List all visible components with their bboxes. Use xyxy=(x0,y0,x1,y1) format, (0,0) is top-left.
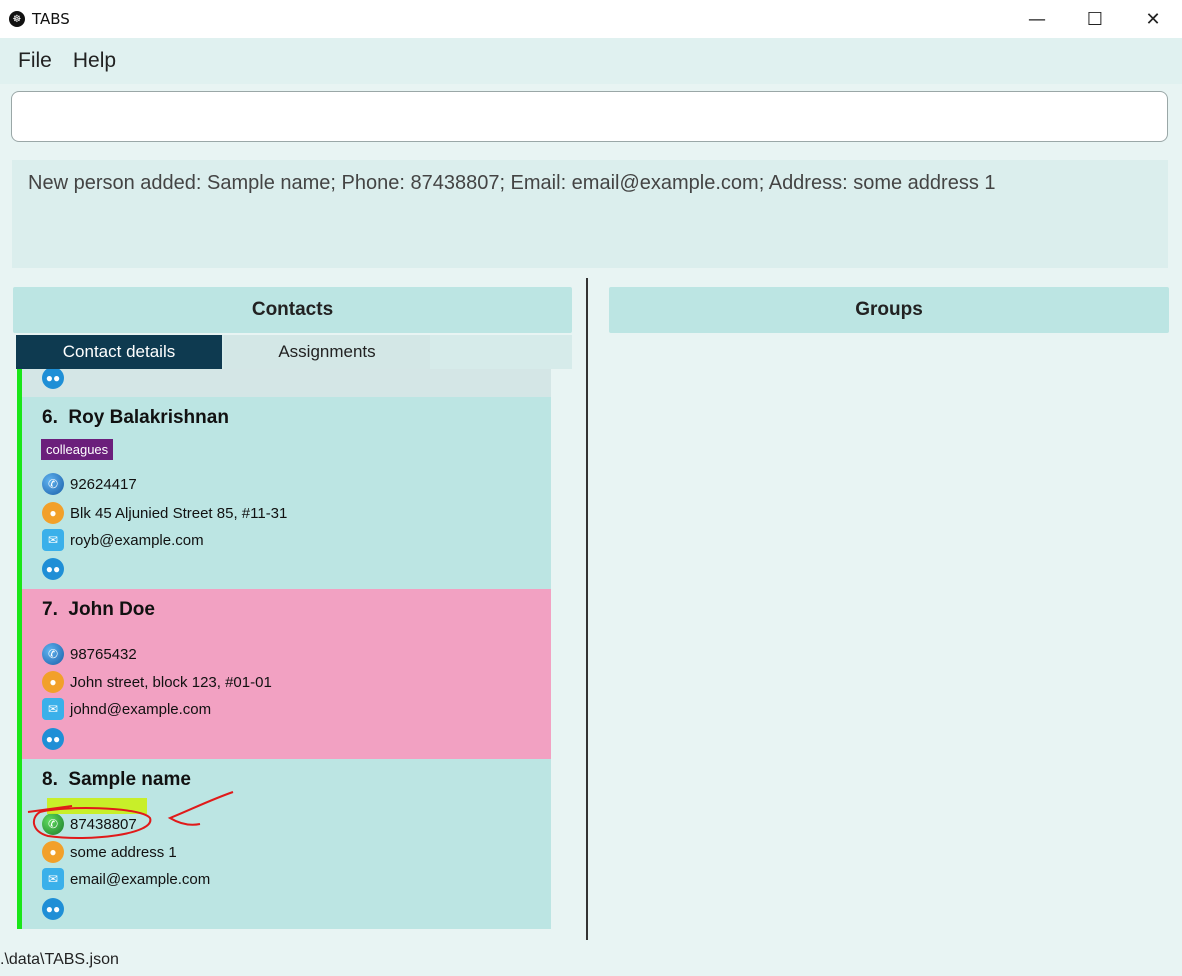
contact-email: royb@example.com xyxy=(70,531,204,549)
contact-address: Blk 45 Aljunied Street 85, #11-31 xyxy=(70,504,288,522)
app-logo-icon: ☸ xyxy=(9,11,25,27)
contact-address: John street, block 123, #01-01 xyxy=(70,673,272,691)
contact-address: some address 1 xyxy=(70,843,177,861)
contact-email: johnd@example.com xyxy=(70,700,212,718)
status-bar: .\data\TABS.json xyxy=(0,944,1182,976)
menu-help[interactable]: Help xyxy=(73,49,116,73)
contact-index: 8. xyxy=(42,769,58,790)
highlighter-mark xyxy=(47,798,147,814)
contact-list: ●● 6. Roy Balakrishnan colleagues ✆ 9262… xyxy=(17,369,569,929)
contact-email: email@example.com xyxy=(70,870,211,888)
contact-phone: 98765432 xyxy=(70,645,137,663)
address-row: ● some address 1 xyxy=(42,841,177,863)
group-icon: ●● xyxy=(42,898,64,920)
email-icon: ✉ xyxy=(42,529,64,551)
group-icon: ●● xyxy=(42,558,64,580)
phone-row: ✆ 87438807 xyxy=(42,813,137,835)
group-icon: ●● xyxy=(42,728,64,750)
group-row: ●● xyxy=(42,369,70,389)
contact-name-text: John Doe xyxy=(68,599,155,620)
location-icon: ● xyxy=(42,841,64,863)
contact-card[interactable]: 6. Roy Balakrishnan colleagues ✆ 9262441… xyxy=(17,397,551,589)
email-row: ✉ royb@example.com xyxy=(42,529,204,551)
command-input[interactable] xyxy=(11,91,1168,142)
phone-icon: ✆ xyxy=(42,473,64,495)
phone-icon: ✆ xyxy=(42,813,64,835)
tab-assignments[interactable]: Assignments xyxy=(224,335,430,369)
phone-row: ✆ 92624417 xyxy=(42,473,137,495)
group-row: ●● xyxy=(42,728,70,750)
location-icon: ● xyxy=(42,502,64,524)
contact-index: 7. xyxy=(42,599,58,620)
result-display: New person added: Sample name; Phone: 87… xyxy=(12,160,1168,268)
menu-bar: File Help xyxy=(0,38,1182,84)
title-bar: ☸ TABS — ☐ ✕ xyxy=(0,0,1182,38)
address-row: ● John street, block 123, #01-01 xyxy=(42,671,272,693)
contact-tag: colleagues xyxy=(41,439,114,460)
group-icon: ●● xyxy=(42,369,64,389)
tab-contact-details[interactable]: Contact details xyxy=(16,335,222,369)
group-row: ●● xyxy=(42,898,70,920)
phone-row: ✆ 98765432 xyxy=(42,643,137,665)
email-row: ✉ johnd@example.com xyxy=(42,698,211,720)
address-row: ● Blk 45 Aljunied Street 85, #11-31 xyxy=(42,502,287,524)
minimize-button[interactable]: — xyxy=(1008,0,1066,38)
maximize-button[interactable]: ☐ xyxy=(1066,0,1124,38)
contact-index: 6. xyxy=(42,407,58,428)
menu-file[interactable]: File xyxy=(18,49,52,73)
contact-name-text: Roy Balakrishnan xyxy=(68,407,229,428)
contacts-header: Contacts xyxy=(13,287,572,333)
panel-divider[interactable] xyxy=(586,278,588,940)
contact-name-text: Sample name xyxy=(68,769,191,790)
phone-icon: ✆ xyxy=(42,643,64,665)
contact-phone: 92624417 xyxy=(70,475,137,493)
contact-name: 8. Sample name xyxy=(42,769,191,791)
contact-card[interactable]: 8. Sample name ✆ 87438807 ● some address… xyxy=(17,759,551,929)
save-location: .\data\TABS.json xyxy=(0,951,119,968)
contact-card-partial[interactable]: ●● xyxy=(17,369,551,397)
contact-name: 6. Roy Balakrishnan xyxy=(42,407,229,429)
email-icon: ✉ xyxy=(42,868,64,890)
contact-card-selected[interactable]: 7. John Doe ✆ 98765432 ● John street, bl… xyxy=(17,589,551,759)
close-button[interactable]: ✕ xyxy=(1124,0,1182,38)
contact-phone: 87438807 xyxy=(70,815,137,833)
email-row: ✉ email@example.com xyxy=(42,868,210,890)
group-row: ●● xyxy=(42,558,70,580)
email-icon: ✉ xyxy=(42,698,64,720)
contact-name: 7. John Doe xyxy=(42,599,155,621)
location-icon: ● xyxy=(42,671,64,693)
contacts-tabbar: Contact details Assignments xyxy=(16,335,572,369)
groups-header: Groups xyxy=(609,287,1169,333)
window-title: TABS xyxy=(32,10,70,28)
list-scrollbar-track[interactable] xyxy=(568,369,569,929)
